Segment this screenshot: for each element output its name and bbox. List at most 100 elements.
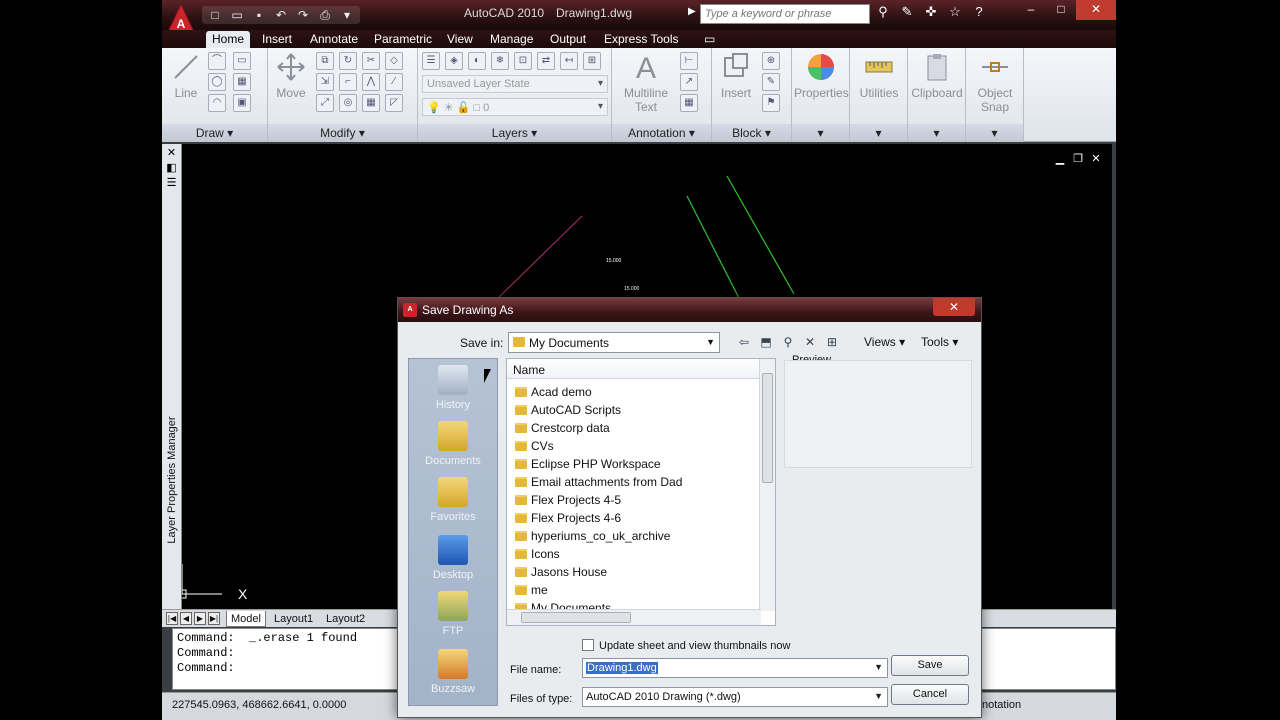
tab-home[interactable]: Home	[206, 31, 251, 48]
polyline-icon[interactable]: ⌒	[208, 52, 226, 70]
clipboard-panel-expander[interactable]: ▾	[908, 124, 965, 142]
key-icon[interactable]: ✎	[898, 4, 916, 20]
tab-output[interactable]: Output	[544, 31, 592, 48]
array-icon[interactable]: ▦	[362, 94, 380, 112]
annotation-panel-title[interactable]: Annotation ▾	[612, 124, 711, 142]
attribute-icon[interactable]: ⚑	[762, 94, 780, 112]
stretch-icon[interactable]: ⇲	[316, 73, 334, 91]
osnap-panel-expander[interactable]: ▾	[966, 124, 1023, 142]
name-column-header[interactable]: Name	[507, 359, 761, 379]
palette-properties-icon[interactable]: ☰	[165, 177, 179, 189]
place-documents[interactable]: Documents	[409, 421, 497, 467]
layer-lock-icon[interactable]: ⊡	[514, 52, 532, 70]
drawing-close-icon[interactable]: ✕	[1090, 152, 1102, 165]
trim-icon[interactable]: ✂	[362, 52, 380, 70]
dimension-text-2[interactable]: 15.000	[624, 286, 640, 292]
scale-icon[interactable]: ⤢	[316, 94, 334, 112]
insert-block-button[interactable]: Insert	[716, 52, 756, 100]
multiline-text-button[interactable]: A Multiline Text	[616, 52, 676, 114]
tab-parametric[interactable]: Parametric	[368, 31, 438, 48]
current-layer-dropdown[interactable]: 💡 ☀ 🔓 □ 0	[422, 98, 608, 116]
properties-button[interactable]: Properties	[794, 52, 849, 100]
list-item[interactable]: Eclipse PHP Workspace	[513, 455, 682, 473]
tools-menu[interactable]: Tools ▾	[921, 335, 958, 349]
tab-layout1[interactable]: Layout1	[270, 611, 317, 627]
search-expand-icon[interactable]: ▶	[688, 6, 696, 17]
properties-panel-expander[interactable]: ▾	[792, 124, 849, 142]
arc-icon[interactable]: ◠	[208, 94, 226, 112]
first-tab-icon[interactable]: |◀	[166, 612, 178, 625]
undo-icon[interactable]: ↶	[272, 6, 290, 24]
scroll-thumb[interactable]	[762, 373, 773, 483]
copy-icon[interactable]: ⧉	[316, 52, 334, 70]
update-thumbnails-checkbox[interactable]: Update sheet and view thumbnails now	[582, 639, 790, 652]
erase-icon[interactable]: ◇	[385, 52, 403, 70]
print-icon[interactable]: ▾	[338, 6, 356, 24]
edit-block-icon[interactable]: ✎	[762, 73, 780, 91]
save-icon[interactable]: ▪	[250, 6, 268, 24]
annotation-scale-label[interactable]: notation	[982, 699, 1021, 711]
mirror-icon[interactable]: ⋀	[362, 73, 380, 91]
redo-icon[interactable]: ↷	[294, 6, 312, 24]
region-icon[interactable]: ▣	[233, 94, 251, 112]
layer-properties-icon[interactable]: ☰	[422, 52, 440, 70]
checkbox-box[interactable]	[582, 639, 594, 651]
dimension-icon[interactable]: ⊢	[680, 52, 698, 70]
layer-isolate-icon[interactable]: ◈	[445, 52, 463, 70]
place-favorites[interactable]: Favorites	[409, 477, 497, 523]
new-icon[interactable]: □	[206, 6, 224, 24]
cancel-button[interactable]: Cancel	[891, 684, 969, 705]
place-ftp[interactable]: FTP	[409, 591, 497, 637]
subscription-icon[interactable]: ✜	[922, 4, 940, 20]
utilities-panel-expander[interactable]: ▾	[850, 124, 907, 142]
tab-view[interactable]: View	[441, 31, 479, 48]
tab-layout2[interactable]: Layout2	[322, 611, 369, 627]
list-item[interactable]: Jasons House	[513, 563, 682, 581]
layers-panel-title[interactable]: Layers ▾	[418, 124, 611, 142]
ribbon-minimize-icon[interactable]: ▭	[698, 31, 721, 48]
block-panel-title[interactable]: Block ▾	[712, 124, 791, 142]
dialog-close-icon[interactable]: ✕	[933, 298, 975, 316]
list-item[interactable]: Flex Projects 4-6	[513, 509, 682, 527]
plot-icon[interactable]: ⎙	[316, 6, 334, 24]
list-item[interactable]: me	[513, 581, 682, 599]
list-item[interactable]: Email attachments from Dad	[513, 473, 682, 491]
object-snap-button[interactable]: Object Snap	[968, 52, 1022, 114]
list-item[interactable]: Acad demo	[513, 383, 682, 401]
fillet-icon[interactable]: ⌐	[339, 73, 357, 91]
drawing-minimize-icon[interactable]: ▁	[1054, 152, 1066, 165]
up-folder-icon[interactable]: ⬒	[758, 334, 774, 350]
layer-off-icon[interactable]: ◐	[468, 52, 486, 70]
horizontal-scrollbar[interactable]	[507, 609, 761, 625]
move-button[interactable]: Move	[274, 52, 308, 100]
offset-icon[interactable]: ◎	[339, 94, 357, 112]
explode-icon[interactable]: ⁄	[385, 73, 403, 91]
layer-walk-icon[interactable]: ⊞	[583, 52, 601, 70]
minimize-icon[interactable]: –	[1016, 0, 1046, 20]
tab-express-tools[interactable]: Express Tools	[598, 31, 684, 48]
create-block-icon[interactable]: ⊕	[762, 52, 780, 70]
new-folder-icon[interactable]: ⊞	[824, 334, 840, 350]
file-type-select[interactable]: AutoCAD 2010 Drawing (*.dwg) ▼	[582, 687, 888, 707]
line-button[interactable]: Line	[168, 52, 204, 100]
last-tab-icon[interactable]: ▶|	[208, 612, 220, 625]
list-item[interactable]: Crestcorp data	[513, 419, 682, 437]
utilities-button[interactable]: Utilities	[852, 52, 906, 100]
vertical-scrollbar[interactable]	[759, 359, 775, 611]
rotate-icon[interactable]: ↻	[339, 52, 357, 70]
delete-icon[interactable]: ✕	[802, 334, 818, 350]
save-button[interactable]: Save	[891, 655, 969, 676]
list-item[interactable]: AutoCAD Scripts	[513, 401, 682, 419]
cursor-coordinates[interactable]: 227545.0963, 468662.6641, 0.0000	[172, 699, 346, 711]
palette-close-icon[interactable]: ✕	[165, 147, 179, 159]
chamfer-icon[interactable]: ◸	[385, 94, 403, 112]
prev-tab-icon[interactable]: ◀	[180, 612, 192, 625]
tab-annotate[interactable]: Annotate	[304, 31, 364, 48]
file-name-input[interactable]: Drawing1.dwg ▼	[582, 658, 888, 678]
next-tab-icon[interactable]: ▶	[194, 612, 206, 625]
binoculars-icon[interactable]: ⚲	[874, 4, 892, 20]
clipboard-button[interactable]: Clipboard	[910, 52, 964, 100]
list-item[interactable]: Icons	[513, 545, 682, 563]
search-web-icon[interactable]: ⚲	[780, 334, 796, 350]
layer-previous-icon[interactable]: ↤	[560, 52, 578, 70]
